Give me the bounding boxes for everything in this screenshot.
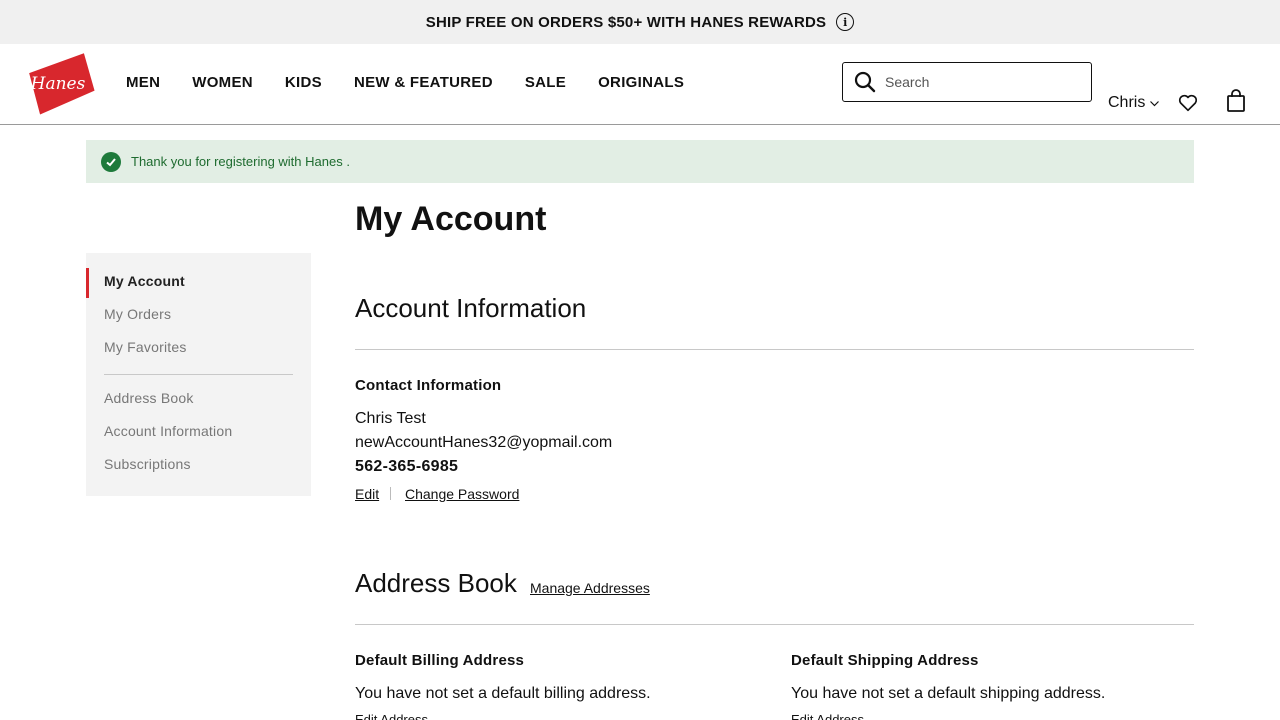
search-input[interactable] bbox=[885, 74, 1075, 90]
sidebar-divider bbox=[104, 374, 293, 375]
user-name: Chris bbox=[1108, 94, 1146, 111]
default-shipping-heading: Default Shipping Address bbox=[791, 652, 979, 669]
registration-success-notice: Thank you for registering with Hanes . bbox=[86, 140, 1194, 183]
contact-phone: 562-365-6985 bbox=[355, 458, 459, 475]
user-menu[interactable]: Chris bbox=[1108, 94, 1160, 112]
account-sidebar: My Account My Orders My Favorites Addres… bbox=[86, 253, 311, 496]
account-information-title: Account Information bbox=[355, 293, 587, 323]
sidebar-item-my-account[interactable]: My Account bbox=[104, 273, 185, 289]
hanes-logo[interactable]: Hanes bbox=[24, 53, 96, 115]
nav-men[interactable]: MEN bbox=[126, 74, 160, 91]
manage-addresses-link[interactable]: Manage Addresses bbox=[530, 580, 650, 596]
nav-sale[interactable]: SALE bbox=[525, 74, 566, 91]
promo-banner: SHIP FREE ON ORDERS $50+ WITH HANES REWA… bbox=[0, 0, 1280, 44]
search-box bbox=[842, 62, 1092, 102]
edit-contact-link[interactable]: Edit bbox=[355, 486, 379, 502]
sidebar-item-address-book[interactable]: Address Book bbox=[104, 390, 194, 406]
section-divider bbox=[355, 624, 1194, 625]
favorites-heart-icon[interactable] bbox=[1177, 92, 1199, 114]
sidebar-item-my-favorites[interactable]: My Favorites bbox=[104, 339, 187, 355]
contact-name: Chris Test bbox=[355, 410, 426, 427]
shopping-bag-icon[interactable] bbox=[1226, 89, 1246, 113]
sidebar-item-my-orders[interactable]: My Orders bbox=[104, 306, 171, 322]
nav-new-featured[interactable]: NEW & FEATURED bbox=[354, 74, 493, 91]
default-billing-heading: Default Billing Address bbox=[355, 652, 525, 669]
check-circle-icon bbox=[101, 151, 121, 172]
nav-kids[interactable]: KIDS bbox=[285, 74, 322, 91]
main-nav: MEN WOMEN KIDS NEW & FEATURED SALE ORIGI… bbox=[126, 74, 716, 91]
site-header: Hanes MEN WOMEN KIDS NEW & FEATURED SALE… bbox=[0, 44, 1280, 125]
sidebar-item-account-information[interactable]: Account Information bbox=[104, 423, 232, 439]
info-icon[interactable]: i bbox=[836, 13, 855, 31]
link-separator bbox=[390, 487, 391, 500]
logo-text: Hanes bbox=[30, 74, 86, 94]
promo-text: SHIP FREE ON ORDERS $50+ WITH HANES REWA… bbox=[425, 13, 827, 31]
section-divider bbox=[355, 349, 1194, 350]
search-icon[interactable] bbox=[853, 70, 877, 94]
nav-women[interactable]: WOMEN bbox=[192, 74, 253, 91]
edit-shipping-address-link[interactable]: Edit Address bbox=[791, 712, 864, 720]
default-billing-text: You have not set a default billing addre… bbox=[355, 685, 651, 702]
page-title: My Account bbox=[355, 200, 547, 238]
address-book-title: Address Book bbox=[355, 568, 517, 598]
edit-billing-address-link[interactable]: Edit Address bbox=[355, 712, 428, 720]
change-password-link[interactable]: Change Password bbox=[405, 486, 519, 502]
contact-information-heading: Contact Information bbox=[355, 377, 502, 394]
chevron-down-icon bbox=[1150, 100, 1160, 106]
default-shipping-text: You have not set a default shipping addr… bbox=[791, 685, 1106, 702]
active-indicator bbox=[86, 268, 89, 298]
nav-originals[interactable]: ORIGINALS bbox=[598, 74, 684, 91]
sidebar-item-subscriptions[interactable]: Subscriptions bbox=[104, 456, 191, 472]
notice-text: Thank you for registering with Hanes . bbox=[131, 154, 350, 169]
contact-email: newAccountHanes32@yopmail.com bbox=[355, 434, 613, 451]
